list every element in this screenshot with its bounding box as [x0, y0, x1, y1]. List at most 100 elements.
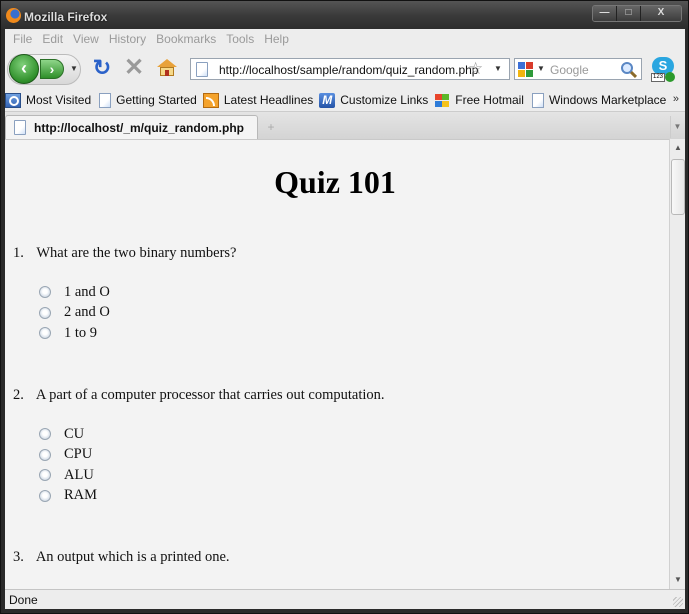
- answer-option[interactable]: CPU: [39, 445, 385, 466]
- menu-history[interactable]: History: [105, 29, 152, 49]
- rss-icon: [202, 92, 219, 108]
- menu-bookmarks[interactable]: Bookmarks: [152, 29, 222, 49]
- bookmark-label: Getting Started: [116, 93, 197, 107]
- reload-button[interactable]: ↻: [91, 57, 113, 79]
- bookmark-latest-headlines[interactable]: Latest Headlines: [202, 92, 314, 108]
- page-content: Quiz 101 1. What are the two binary numb…: [5, 139, 669, 589]
- tab-list-dropdown-icon[interactable]: ▼: [670, 116, 684, 138]
- page-icon: [14, 120, 26, 135]
- status-bar: Done: [5, 589, 685, 609]
- search-bar[interactable]: ▼ Google: [514, 58, 642, 80]
- maximize-button[interactable]: □: [617, 6, 641, 21]
- answer-options: CU CPU ALU RAM: [39, 424, 385, 506]
- url-bar[interactable]: http://localhost/sample/random/quiz_rand…: [190, 58, 510, 80]
- answer-option[interactable]: CU: [39, 424, 385, 445]
- option-label: CPU: [64, 446, 93, 463]
- bookmark-star-icon[interactable]: ☆: [468, 59, 483, 79]
- answer-option[interactable]: ALU: [39, 465, 385, 486]
- url-dropdown-icon[interactable]: ▼: [494, 64, 502, 73]
- option-label: 2 and O: [64, 304, 110, 321]
- option-label: 1 to 9: [64, 324, 98, 341]
- engine-dropdown-icon[interactable]: ▼: [537, 64, 545, 73]
- forward-button[interactable]: ›: [40, 59, 64, 79]
- msn-icon: M: [319, 92, 336, 108]
- question-3: 3. An output which is a printed one.: [13, 549, 230, 566]
- home-button[interactable]: [157, 59, 177, 77]
- radio-button[interactable]: [39, 469, 51, 482]
- radio-button[interactable]: [39, 286, 51, 299]
- resize-grip-icon[interactable]: [673, 597, 683, 607]
- answer-option[interactable]: 2 and O: [39, 303, 236, 324]
- option-label: ALU: [64, 466, 94, 483]
- bookmarks-toolbar: Most Visited Getting Started Latest Head…: [5, 89, 685, 111]
- skype-button[interactable]: S 123: [651, 57, 675, 83]
- tab-title: http://localhost/_m/quiz_random.php: [34, 121, 244, 135]
- radio-button[interactable]: [39, 306, 51, 319]
- option-label: 1 and O: [64, 283, 110, 300]
- question-text: 1. What are the two binary numbers?: [13, 245, 236, 262]
- bookmark-label: Most Visited: [26, 93, 92, 107]
- answer-options: 1 and O 2 and O 1 to 9: [39, 282, 236, 344]
- search-icon[interactable]: [621, 62, 633, 74]
- stop-button[interactable]: ✕: [123, 56, 145, 80]
- vertical-scrollbar[interactable]: ▲ ▼: [669, 139, 685, 589]
- page-icon: [196, 62, 208, 77]
- url-input[interactable]: http://localhost/sample/random/quiz_rand…: [219, 63, 478, 77]
- browser-chrome: File Edit View History Bookmarks Tools H…: [5, 29, 685, 140]
- most-visited-icon: [5, 92, 21, 108]
- bookmark-getting-started[interactable]: Getting Started: [97, 92, 197, 108]
- page-title: Quiz 101: [274, 164, 396, 200]
- status-text: Done: [9, 593, 38, 607]
- tab-quiz-random[interactable]: http://localhost/_m/quiz_random.php: [5, 115, 258, 140]
- radio-button[interactable]: [39, 327, 51, 340]
- question-prompt: A part of a computer processor that carr…: [35, 387, 385, 403]
- radio-button[interactable]: [39, 489, 51, 502]
- bookmark-most-visited[interactable]: Most Visited: [5, 92, 92, 108]
- radio-button[interactable]: [39, 448, 51, 461]
- bookmark-label: Latest Headlines: [223, 93, 314, 107]
- bookmark-label: Customize Links: [340, 93, 429, 107]
- menu-file[interactable]: File: [9, 29, 38, 49]
- back-button[interactable]: ‹: [9, 54, 39, 84]
- history-dropdown-icon[interactable]: ▼: [70, 64, 78, 73]
- radio-button[interactable]: [39, 428, 51, 441]
- menu-edit[interactable]: Edit: [38, 29, 69, 49]
- new-tab-button[interactable]: +: [262, 118, 280, 136]
- question-1: 1. What are the two binary numbers? 1 an…: [13, 245, 236, 344]
- menu-help[interactable]: Help: [260, 29, 295, 49]
- question-text: 3. An output which is a printed one.: [13, 549, 230, 566]
- home-icon: [157, 59, 177, 67]
- google-engine-icon[interactable]: [518, 62, 534, 77]
- page-icon: [99, 92, 112, 108]
- navigation-toolbar: ‹ › ▼ ↻ ✕ http://localhost/sample/random…: [5, 49, 685, 89]
- answer-option[interactable]: 1 to 9: [39, 323, 236, 344]
- phone-icon: [665, 72, 675, 82]
- scroll-up-arrow-icon[interactable]: ▲: [670, 141, 686, 155]
- question-text: 2. A part of a computer processor that c…: [13, 387, 385, 404]
- question-prompt: What are the two binary numbers?: [36, 245, 237, 261]
- scroll-down-arrow-icon[interactable]: ▼: [670, 573, 686, 587]
- menu-bar: File Edit View History Bookmarks Tools H…: [5, 29, 685, 49]
- answer-option[interactable]: 1 and O: [39, 282, 236, 303]
- answer-option[interactable]: RAM: [39, 486, 385, 507]
- search-input[interactable]: Google: [550, 63, 589, 77]
- window-title: Mozilla Firefox: [24, 10, 108, 24]
- close-button[interactable]: X: [641, 6, 681, 21]
- window-controls: — □ X: [592, 5, 682, 22]
- option-label: CU: [64, 425, 85, 442]
- question-number: 1.: [13, 245, 24, 261]
- tab-bar: http://localhost/_m/quiz_random.php + ▼: [5, 111, 685, 140]
- bookmark-label: Free Hotmail: [455, 93, 524, 107]
- scrollbar-thumb[interactable]: [671, 159, 685, 215]
- menu-view[interactable]: View: [69, 29, 105, 49]
- skype-badge: 123: [651, 73, 665, 82]
- bookmark-customize-links[interactable]: M Customize Links: [319, 92, 429, 108]
- bookmark-free-hotmail[interactable]: Free Hotmail: [434, 93, 524, 108]
- minimize-button[interactable]: —: [593, 6, 617, 21]
- question-number: 3.: [13, 549, 24, 565]
- title-bar: Mozilla Firefox — □ X: [1, 1, 688, 29]
- bookmarks-overflow-chevron-icon[interactable]: »: [673, 93, 679, 105]
- bookmark-windows-marketplace[interactable]: Windows Marketplace: [530, 92, 666, 108]
- menu-tools[interactable]: Tools: [222, 29, 260, 49]
- question-number: 2.: [13, 387, 24, 403]
